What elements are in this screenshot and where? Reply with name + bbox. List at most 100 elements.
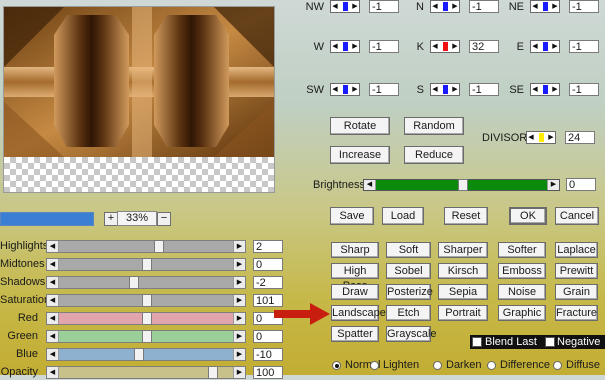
prewitt-filter-button[interactable]: Prewitt (555, 263, 598, 279)
blend-last-option[interactable]: Blend Last (470, 335, 546, 349)
graphic-filter-button[interactable]: Graphic (498, 305, 546, 321)
green-right-arrow[interactable]: ▶ (233, 331, 245, 342)
cell-n-spinner[interactable]: ◀ ▶ (430, 0, 460, 13)
cell-ne-decrease-arrow[interactable]: ◀ (531, 1, 539, 12)
difference-radio[interactable] (487, 361, 496, 370)
darken-radio[interactable] (433, 361, 442, 370)
cell-nw-decrease-arrow[interactable]: ◀ (331, 1, 339, 12)
cell-n-decrease-arrow[interactable]: ◀ (431, 1, 439, 12)
shadows-left-arrow[interactable]: ◀ (47, 277, 59, 288)
fracture-filter-button[interactable]: Fracture (555, 305, 598, 321)
normal-radio[interactable] (332, 361, 341, 370)
save-button[interactable]: Save (330, 207, 374, 225)
blue-thumb[interactable] (133, 348, 144, 361)
highlights-value[interactable]: 2 (253, 240, 283, 253)
draw-filter-button[interactable]: Draw (331, 284, 379, 300)
opacity-right-arrow[interactable]: ▶ (233, 367, 245, 378)
high-pass-filter-button[interactable]: High Pass (331, 263, 379, 292)
cell-sw-value[interactable]: -1 (369, 83, 399, 96)
green-value[interactable]: 0 (253, 330, 283, 343)
cell-sw-decrease-arrow[interactable]: ◀ (331, 84, 339, 95)
brightness-left-arrow[interactable]: ◀ (364, 180, 376, 190)
laplace-filter-button[interactable]: Laplace (555, 242, 598, 258)
cell-se-increase-arrow[interactable]: ▶ (551, 84, 559, 95)
midtones-slider[interactable]: ◀ ▶ (46, 258, 246, 271)
red-left-arrow[interactable]: ◀ (47, 313, 59, 324)
divisor-spinner[interactable]: ◀ ▶ (526, 131, 556, 144)
lighten-radio[interactable] (370, 361, 379, 370)
grayscale-filter-button[interactable]: Grayscale (386, 326, 437, 342)
cell-n-value[interactable]: -1 (469, 0, 499, 13)
cell-s-value[interactable]: -1 (469, 83, 499, 96)
midtones-right-arrow[interactable]: ▶ (233, 259, 245, 270)
shadows-value[interactable]: -2 (253, 276, 283, 289)
cell-n-increase-arrow[interactable]: ▶ (451, 1, 459, 12)
landscape-filter-button[interactable]: Landscape (331, 305, 386, 321)
midtones-left-arrow[interactable]: ◀ (47, 259, 59, 270)
highlights-slider[interactable]: ◀ ▶ (46, 240, 246, 253)
load-button[interactable]: Load (382, 207, 424, 225)
opacity-slider[interactable]: ◀ ▶ (46, 366, 246, 379)
green-slider[interactable]: ◀ ▶ (46, 330, 246, 343)
sharp-filter-button[interactable]: Sharp (331, 242, 379, 258)
blend-last-checkbox[interactable] (472, 337, 482, 347)
saturation-thumb[interactable] (142, 294, 152, 307)
midtones-value[interactable]: 0 (253, 258, 283, 271)
cell-ne-spinner[interactable]: ◀ ▶ (530, 0, 560, 13)
cell-s-decrease-arrow[interactable]: ◀ (431, 84, 439, 95)
posterize-filter-button[interactable]: Posterize (386, 284, 433, 300)
shadows-thumb[interactable] (128, 276, 139, 289)
reduce-button[interactable]: Reduce (404, 146, 464, 164)
cell-ne-value[interactable]: -1 (569, 0, 599, 13)
reset-button[interactable]: Reset (444, 207, 488, 225)
brightness-right-arrow[interactable]: ▶ (547, 180, 559, 190)
cell-sw-spinner[interactable]: ◀ ▶ (330, 83, 360, 96)
saturation-right-arrow[interactable]: ▶ (233, 295, 245, 306)
increase-button[interactable]: Increase (330, 146, 390, 164)
opacity-value[interactable]: 100 (253, 366, 283, 379)
blue-value[interactable]: -10 (253, 348, 283, 361)
cell-w-increase-arrow[interactable]: ▶ (351, 41, 359, 52)
cell-nw-spinner[interactable]: ◀ ▶ (330, 0, 360, 13)
divisor-decrease-arrow[interactable]: ◀ (527, 132, 535, 143)
etch-filter-button[interactable]: Etch (386, 305, 431, 321)
grain-filter-button[interactable]: Grain (555, 284, 598, 300)
saturation-slider[interactable]: ◀ ▶ (46, 294, 246, 307)
blue-right-arrow[interactable]: ▶ (233, 349, 245, 360)
cell-e-increase-arrow[interactable]: ▶ (551, 41, 559, 52)
cell-w-decrease-arrow[interactable]: ◀ (331, 41, 339, 52)
green-thumb[interactable] (142, 330, 152, 343)
rotate-button[interactable]: Rotate (330, 117, 390, 135)
cell-e-value[interactable]: -1 (569, 40, 599, 53)
ok-button[interactable]: OK (509, 207, 547, 225)
zoom-in-button[interactable]: + (104, 212, 118, 226)
softer-filter-button[interactable]: Softer (498, 242, 546, 258)
brightness-thumb[interactable] (457, 179, 468, 191)
shadows-slider[interactable]: ◀ ▶ (46, 276, 246, 289)
brightness-value[interactable]: 0 (566, 178, 596, 191)
midtones-thumb[interactable] (142, 258, 152, 271)
cell-se-value[interactable]: -1 (569, 83, 599, 96)
highlights-right-arrow[interactable]: ▶ (233, 241, 245, 252)
divisor-value[interactable]: 24 (565, 131, 595, 144)
diffuse-radio[interactable] (553, 361, 562, 370)
kirsch-filter-button[interactable]: Kirsch (438, 263, 488, 279)
cancel-button[interactable]: Cancel (555, 207, 599, 225)
emboss-filter-button[interactable]: Emboss (498, 263, 546, 279)
highlights-thumb[interactable] (153, 240, 164, 253)
cell-k-increase-arrow[interactable]: ▶ (451, 41, 459, 52)
sepia-filter-button[interactable]: Sepia (438, 284, 488, 300)
shadows-right-arrow[interactable]: ▶ (233, 277, 245, 288)
cell-nw-increase-arrow[interactable]: ▶ (351, 1, 359, 12)
negative-checkbox[interactable] (545, 337, 555, 347)
divisor-increase-arrow[interactable]: ▶ (547, 132, 555, 143)
brightness-slider[interactable]: ◀ ▶ (363, 179, 560, 191)
cell-k-spinner[interactable]: ◀ ▶ (430, 40, 460, 53)
blue-left-arrow[interactable]: ◀ (47, 349, 59, 360)
spatter-filter-button[interactable]: Spatter (331, 326, 379, 342)
portrait-filter-button[interactable]: Portrait (438, 305, 488, 321)
blue-slider[interactable]: ◀ ▶ (46, 348, 246, 361)
red-right-arrow[interactable]: ▶ (233, 313, 245, 324)
highlights-left-arrow[interactable]: ◀ (47, 241, 59, 252)
negative-option[interactable]: Negative (543, 335, 605, 349)
